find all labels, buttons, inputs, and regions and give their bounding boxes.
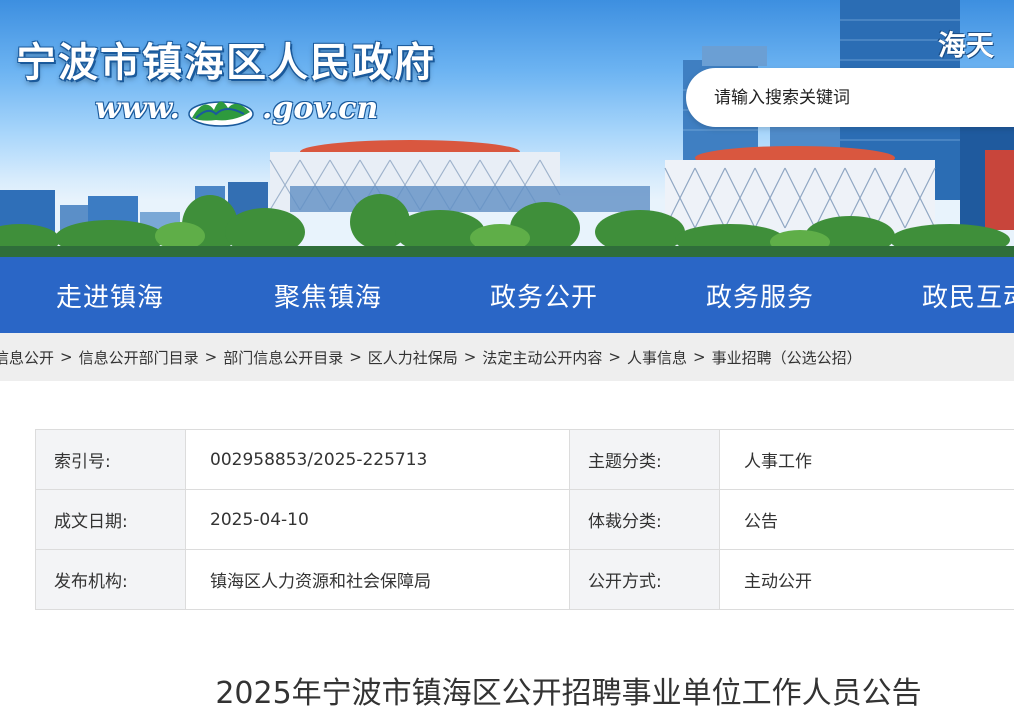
breadcrumb-separator: > (60, 348, 73, 366)
topic-value: 人事工作 (719, 429, 1014, 490)
breadcrumb-separator: > (349, 348, 362, 366)
nav-item-interaction[interactable]: 政民互动 (868, 277, 1014, 314)
meta-row: 索引号: 002958853/2025-225713 主题分类: 人事工作 (35, 429, 1014, 490)
site-url-suffix: .gov.cn (261, 90, 379, 126)
search-box (686, 68, 1014, 127)
breadcrumb-item[interactable]: 信息公开 (0, 347, 54, 368)
banner-slogan: 海天 (938, 29, 995, 62)
zh-logo-icon (188, 101, 254, 127)
breadcrumb-item[interactable]: 部门信息公开目录 (223, 347, 343, 368)
header-banner: 宁波市镇海区人民政府 www. .gov.cn 海天 (0, 0, 1014, 257)
date-value: 2025-04-10 (185, 489, 570, 550)
site-title[interactable]: 宁波市镇海区人民政府 (16, 30, 436, 88)
breadcrumb-item[interactable]: 信息公开部门目录 (79, 347, 199, 368)
nav-item-gov-affairs-open[interactable]: 政务公开 (436, 277, 652, 314)
genre-value: 公告 (719, 489, 1014, 550)
breadcrumb-separator: > (463, 348, 477, 366)
meta-row: 发布机构: 镇海区人力资源和社会保障局 公开方式: 主动公开 (35, 549, 1014, 610)
nav-item-gov-services[interactable]: 政务服务 (652, 277, 868, 314)
breadcrumb-separator: > (692, 348, 706, 366)
breadcrumb-item[interactable]: 人事信息 (627, 347, 687, 368)
document-meta-table: 索引号: 002958853/2025-225713 主题分类: 人事工作 成文… (35, 429, 1014, 610)
nav-item-news[interactable]: 聚焦镇海 (220, 277, 436, 314)
breadcrumb: 信息公开 > 信息公开部门目录 > 部门信息公开目录 > 区人力社保局 > 法定… (0, 333, 1014, 381)
article-title: 2025年宁波市镇海区公开招聘事业单位工作人员公告 (215, 676, 922, 711)
meta-row: 成文日期: 2025-04-10 体裁分类: 公告 (35, 489, 1014, 550)
publisher-value: 镇海区人力资源和社会保障局 (185, 549, 570, 610)
nav-item-about[interactable]: 走进镇海 (0, 277, 220, 314)
site-url-prefix: www. (95, 90, 180, 126)
publisher-label: 发布机构: (35, 549, 186, 610)
topic-label: 主题分类: (569, 429, 720, 490)
index-value: 002958853/2025-225713 (185, 429, 570, 490)
site-url: www. .gov.cn (95, 88, 378, 128)
breadcrumb-separator: > (608, 348, 621, 366)
disclosure-value: 主动公开 (719, 549, 1014, 610)
breadcrumb-item[interactable]: 区人力社保局 (368, 347, 458, 368)
breadcrumb-separator: > (204, 348, 218, 366)
breadcrumb-item[interactable]: 法定主动公开内容 (482, 347, 602, 368)
genre-label: 体裁分类: (569, 489, 720, 550)
main-nav: 走进镇海 聚焦镇海 政务公开 政务服务 政民互动 (0, 257, 1014, 333)
breadcrumb-item-current[interactable]: 事业招聘（公选公招） (712, 347, 862, 368)
index-label: 索引号: (35, 429, 186, 490)
date-label: 成文日期: (35, 489, 186, 550)
search-input[interactable] (712, 86, 1012, 109)
disclosure-label: 公开方式: (569, 549, 720, 610)
